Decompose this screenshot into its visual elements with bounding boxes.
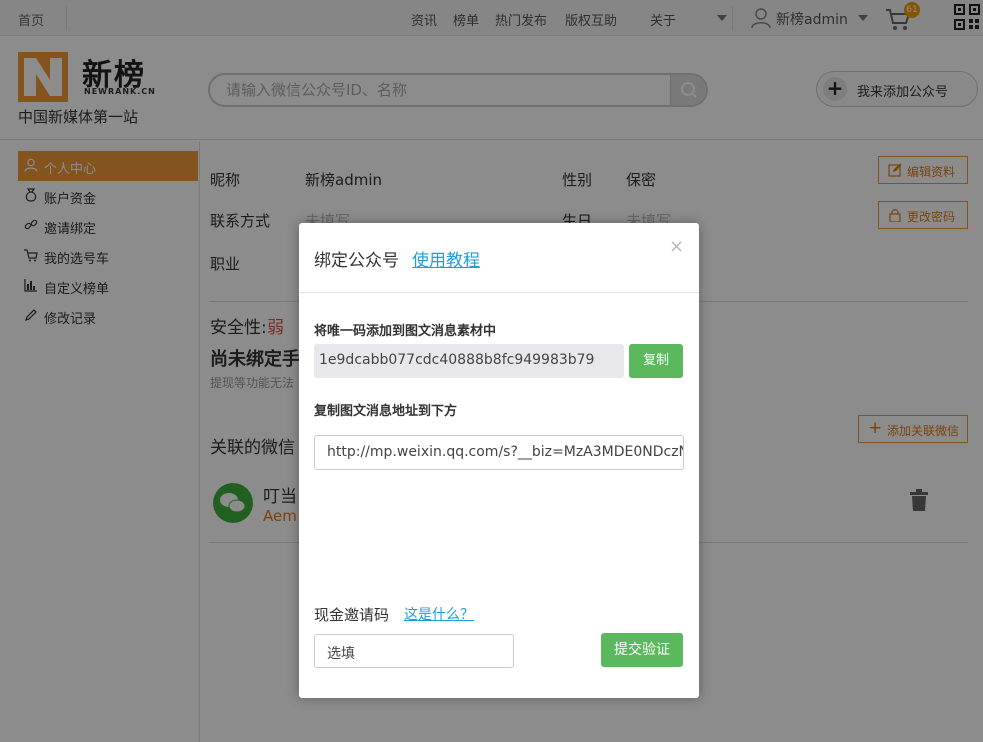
copy-button[interactable]: 复制 bbox=[629, 344, 683, 378]
divider bbox=[299, 292, 699, 293]
dialog-title: 绑定公众号 bbox=[314, 251, 399, 271]
invite-code-label: 现金邀请码 bbox=[314, 606, 390, 624]
tutorial-link[interactable]: 使用教程 bbox=[412, 246, 480, 271]
close-icon[interactable]: × bbox=[669, 236, 684, 257]
what-is-this-link[interactable]: 这是什么？ bbox=[404, 604, 474, 624]
invite-code-input[interactable]: 选填 bbox=[314, 634, 514, 668]
submit-verify-button[interactable]: 提交验证 bbox=[601, 633, 683, 667]
unique-code-field[interactable]: 1e9dcabb077cdc40888b8fc949983b79 bbox=[314, 344, 624, 378]
step1-label: 将唯一码添加到图文消息素材中 bbox=[314, 324, 497, 339]
article-url-input[interactable]: http://mp.weixin.qq.com/s?__biz=MzA3MDE0… bbox=[314, 435, 684, 470]
step2-label: 复制图文消息地址到下方 bbox=[314, 404, 458, 419]
bind-account-dialog: 绑定公众号 使用教程 × 将唯一码添加到图文消息素材中 1e9dcabb077c… bbox=[299, 223, 699, 698]
